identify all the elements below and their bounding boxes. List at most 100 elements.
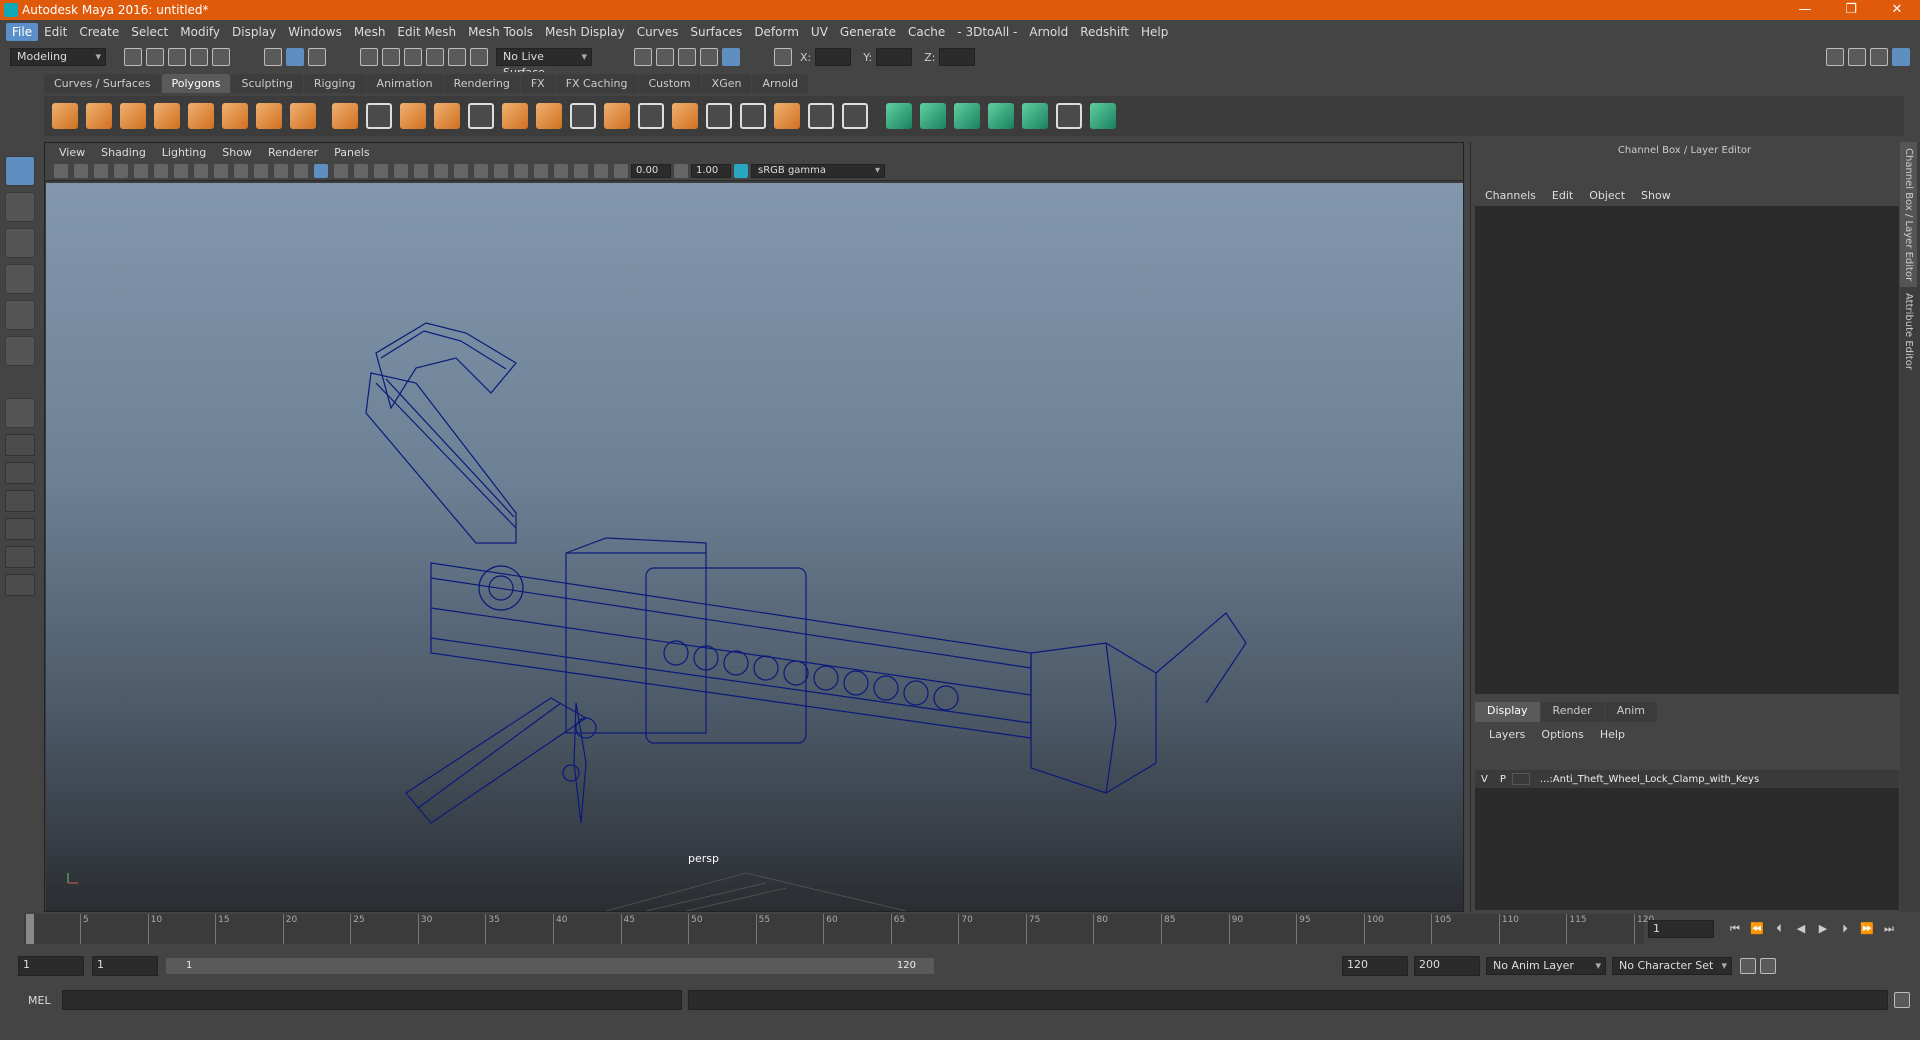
extract-icon[interactable] xyxy=(400,103,426,129)
menu-create[interactable]: Create xyxy=(73,23,125,41)
shelf-tab-animation[interactable]: Animation xyxy=(366,73,443,93)
poly-plane-icon[interactable] xyxy=(188,103,214,129)
channel-box-menu-object[interactable]: Object xyxy=(1581,189,1633,202)
z-field[interactable] xyxy=(939,48,976,66)
2d-pan-zoom-icon[interactable] xyxy=(134,163,148,178)
viewport-menu-show[interactable]: Show xyxy=(214,146,260,159)
poly-cone-icon[interactable] xyxy=(154,103,180,129)
layer-tab-render[interactable]: Render xyxy=(1540,702,1604,722)
cut-sew-icon[interactable] xyxy=(1022,103,1048,129)
go-to-end-icon[interactable]: ⏭ xyxy=(1881,922,1897,936)
shelf-tab-custom[interactable]: Custom xyxy=(638,73,701,93)
anim-layer-dropdown[interactable]: No Anim Layer xyxy=(1486,957,1606,975)
animation-end-field[interactable]: 200 xyxy=(1414,956,1480,976)
playback-end-field[interactable]: 120 xyxy=(1342,956,1408,976)
animation-prefs-icon[interactable] xyxy=(1760,958,1776,974)
channel-box-menu-show[interactable]: Show xyxy=(1633,189,1679,202)
menu-curves[interactable]: Curves xyxy=(631,23,685,41)
menu-modify[interactable]: Modify xyxy=(174,23,226,41)
undo-icon[interactable] xyxy=(190,48,208,66)
shadows-icon[interactable] xyxy=(434,163,448,178)
ipr-render-icon[interactable] xyxy=(678,48,696,66)
select-hierarchy-icon[interactable] xyxy=(264,48,282,66)
menu-surfaces[interactable]: Surfaces xyxy=(684,23,748,41)
rotate-tool-icon[interactable] xyxy=(5,300,35,330)
screen-space-ao-icon[interactable] xyxy=(454,163,468,178)
shelf-tab-curves-surfaces[interactable]: Curves / Surfaces xyxy=(44,73,161,93)
menu-cache[interactable]: Cache xyxy=(902,23,951,41)
custom-layout-icon[interactable] xyxy=(5,574,35,596)
channel-box-toggle-icon[interactable] xyxy=(1892,48,1910,66)
shelf-tab-rendering[interactable]: Rendering xyxy=(443,73,520,93)
current-time-marker[interactable] xyxy=(26,914,34,944)
shelf-tab-arnold[interactable]: Arnold xyxy=(752,73,809,93)
viewport-menu-renderer[interactable]: Renderer xyxy=(260,146,326,159)
menu-windows[interactable]: Windows xyxy=(282,23,348,41)
use-all-lights-icon[interactable] xyxy=(414,163,428,178)
color-management-icon[interactable] xyxy=(734,163,748,178)
current-frame-field[interactable]: 1 xyxy=(1648,920,1714,938)
select-component-icon[interactable] xyxy=(308,48,326,66)
textured-icon[interactable] xyxy=(394,163,408,178)
restore-button[interactable]: ❐ xyxy=(1828,0,1874,20)
auto-key-icon[interactable] xyxy=(1740,958,1756,974)
poly-pyramid-icon[interactable] xyxy=(256,103,282,129)
separate-icon[interactable] xyxy=(366,103,392,129)
menu-edit[interactable]: Edit xyxy=(38,23,73,41)
layer-color-swatch[interactable] xyxy=(1511,773,1530,785)
snap-curve-icon[interactable] xyxy=(382,48,400,66)
menu-display[interactable]: Display xyxy=(226,23,282,41)
collapse-icon[interactable] xyxy=(808,103,834,129)
bevel-icon[interactable] xyxy=(502,103,528,129)
snap-view-icon[interactable] xyxy=(426,48,444,66)
uv-checker-icon[interactable] xyxy=(1056,103,1082,129)
scale-tool-icon[interactable] xyxy=(5,336,35,366)
multi-cut-icon[interactable] xyxy=(570,103,596,129)
multisample-aa-icon[interactable] xyxy=(494,163,508,178)
history-icon[interactable] xyxy=(470,48,488,66)
layer-menu-help[interactable]: Help xyxy=(1592,728,1633,741)
y-field[interactable] xyxy=(876,48,913,66)
menu-generate[interactable]: Generate xyxy=(834,23,902,41)
new-scene-icon[interactable] xyxy=(124,48,142,66)
snap-point-icon[interactable] xyxy=(404,48,422,66)
command-language-label[interactable]: MEL xyxy=(28,994,62,1007)
channel-box-side-tab[interactable]: Channel Box / Layer Editor xyxy=(1900,142,1917,288)
shelf-tab-sculpting[interactable]: Sculpting xyxy=(231,73,303,93)
uv-editor-icon[interactable] xyxy=(1090,103,1116,129)
go-to-start-icon[interactable]: ⏮ xyxy=(1727,922,1743,936)
field-chart-icon[interactable] xyxy=(254,163,268,178)
exposure-field[interactable]: 0.00 xyxy=(631,163,671,178)
target-weld-icon[interactable] xyxy=(774,103,800,129)
film-gate-icon[interactable] xyxy=(194,163,208,178)
redo-icon[interactable] xyxy=(212,48,230,66)
single-perspective-layout-icon[interactable] xyxy=(5,398,35,428)
channel-box-menu-edit[interactable]: Edit xyxy=(1544,189,1581,202)
render-settings-icon[interactable] xyxy=(700,48,718,66)
layer-playback-toggle[interactable]: P xyxy=(1494,774,1512,785)
playback-start-field[interactable]: 1 xyxy=(92,956,158,976)
animation-start-field[interactable]: 1 xyxy=(18,956,84,976)
hypershade-icon[interactable] xyxy=(722,48,740,66)
persp-hypershade-layout-icon[interactable] xyxy=(5,518,35,540)
layer-tab-display[interactable]: Display xyxy=(1475,702,1540,722)
viewport-menu-lighting[interactable]: Lighting xyxy=(154,146,214,159)
menu-uv[interactable]: UV xyxy=(805,23,834,41)
safe-title-icon[interactable] xyxy=(294,163,308,178)
mirror-icon[interactable] xyxy=(842,103,868,129)
script-editor-icon[interactable] xyxy=(1894,992,1910,1008)
wireframe-on-shaded-icon[interactable] xyxy=(374,163,388,178)
combine-icon[interactable] xyxy=(332,103,358,129)
smooth-icon[interactable] xyxy=(434,103,460,129)
open-scene-icon[interactable] xyxy=(146,48,164,66)
grid-icon[interactable] xyxy=(174,163,188,178)
snap-surface-icon[interactable] xyxy=(448,48,466,66)
step-forward-key-icon[interactable]: ⏩ xyxy=(1859,922,1875,936)
extrude-icon[interactable] xyxy=(604,103,630,129)
layer-visibility-toggle[interactable]: V xyxy=(1475,774,1494,785)
view-transform-dropdown[interactable]: sRGB gamma xyxy=(751,163,885,178)
poly-cylinder-icon[interactable] xyxy=(120,103,146,129)
viewport-menu-view[interactable]: View xyxy=(51,146,93,159)
depth-of-field-icon[interactable] xyxy=(514,163,528,178)
step-back-key-icon[interactable]: ⏪ xyxy=(1749,922,1765,936)
